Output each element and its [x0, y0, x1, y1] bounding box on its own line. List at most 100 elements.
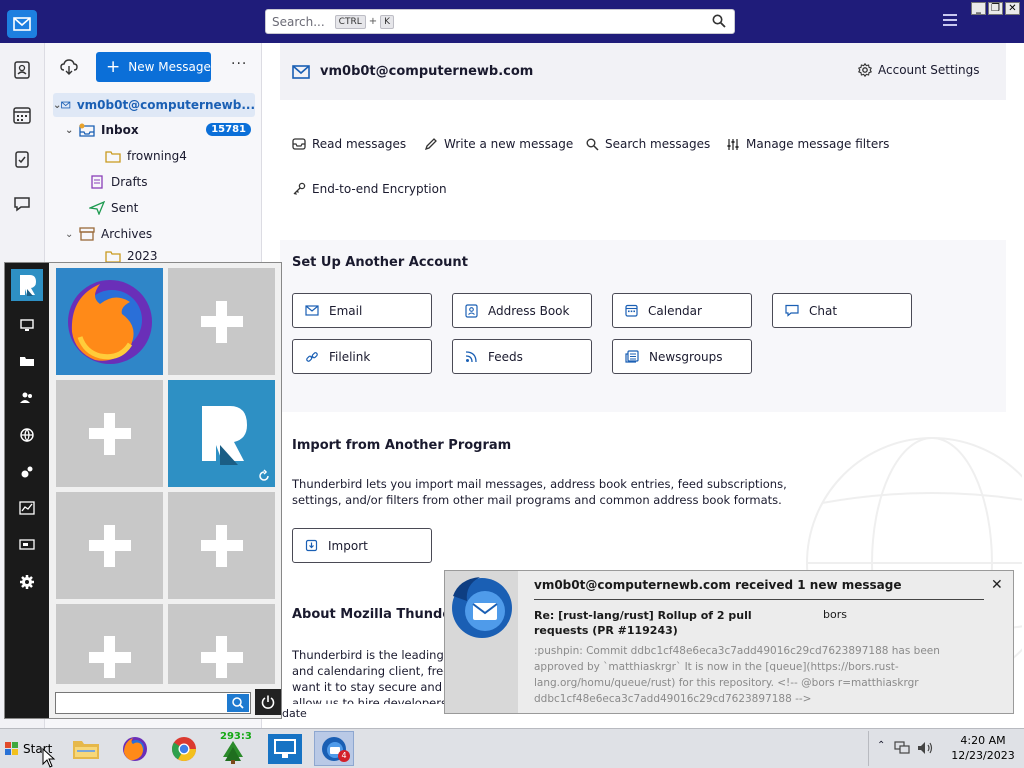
get-messages-icon[interactable]	[60, 58, 78, 76]
newsgroups-icon	[625, 350, 639, 363]
tray-expand-icon[interactable]: ⌃	[877, 740, 885, 751]
taskbar-desktop[interactable]	[265, 731, 305, 766]
app-tile-blue[interactable]	[168, 380, 275, 487]
setup-address-book-button[interactable]: Address Book	[452, 293, 592, 328]
account-name: vm0b0t@computernewb...	[76, 98, 255, 112]
setup-feeds-button[interactable]: Feeds	[452, 339, 592, 374]
import-section-title: Import from Another Program	[292, 438, 512, 453]
inbox-tray-icon	[292, 138, 306, 150]
folder-icon	[105, 151, 121, 163]
taskbar: Start 293:3 4 ⌃ 4:20 AM 12/23/2023	[0, 728, 1024, 768]
empty-tile[interactable]	[168, 268, 275, 375]
folder-sent[interactable]: Sent	[53, 196, 255, 220]
start-menu	[4, 262, 282, 719]
manage-filters-link[interactable]: Manage message filters	[726, 137, 889, 151]
app-menu-icon[interactable]	[943, 14, 957, 29]
folder-icon[interactable]	[19, 353, 35, 369]
setup-filelink-label: Filelink	[329, 349, 371, 364]
setup-newsgroups-label: Newsgroups	[649, 349, 723, 364]
minimize-button[interactable]: _	[971, 2, 986, 15]
user-logo-icon[interactable]	[11, 269, 43, 301]
setup-address-book-label: Address Book	[488, 303, 570, 318]
folder-inbox[interactable]: ⌄ Inbox 15781	[53, 118, 255, 142]
empty-tile[interactable]	[168, 492, 275, 599]
setup-chat-button[interactable]: Chat	[772, 293, 912, 328]
firefox-icon	[123, 736, 147, 761]
empty-tile[interactable]	[56, 604, 163, 684]
mail-space-icon[interactable]	[7, 10, 37, 38]
settings-gears-icon[interactable]	[19, 464, 35, 480]
new-message-button[interactable]: + New Message	[96, 52, 211, 82]
read-messages-link[interactable]: Read messages	[292, 137, 406, 151]
write-message-link[interactable]: Write a new message	[424, 137, 573, 151]
chevron-down-icon[interactable]: ⌄	[53, 100, 61, 111]
notification-sender: bors	[823, 608, 847, 621]
setup-email-button[interactable]: Email	[292, 293, 432, 328]
e2e-encryption-label: End-to-end Encryption	[312, 182, 447, 196]
network-globe-icon[interactable]	[19, 427, 35, 443]
search-icon	[586, 138, 599, 151]
manage-filters-label: Manage message filters	[746, 137, 890, 151]
empty-tile[interactable]	[168, 604, 275, 684]
e2e-encryption-link[interactable]: End-to-end Encryption	[292, 182, 447, 196]
setup-newsgroups-button[interactable]: Newsgroups	[612, 339, 752, 374]
folder-archives[interactable]: ⌄ Archives	[53, 222, 255, 246]
tasks-icon[interactable]	[12, 149, 32, 169]
shortcut-plus: +	[368, 16, 378, 27]
chat-icon[interactable]	[12, 194, 32, 214]
import-icon	[305, 539, 318, 552]
address-book-icon[interactable]	[12, 60, 32, 80]
chevron-down-icon[interactable]: ⌄	[65, 229, 79, 240]
volume-icon[interactable]	[917, 741, 935, 755]
more-options-button[interactable]: ···	[231, 56, 247, 72]
restore-button[interactable]: ❐	[988, 2, 1003, 15]
import-button[interactable]: Import	[292, 528, 432, 563]
link-icon	[306, 351, 318, 362]
pencil-icon	[424, 138, 437, 151]
account-settings-button[interactable]: Account Settings	[858, 63, 979, 77]
power-button[interactable]	[255, 689, 281, 715]
users-icon[interactable]	[19, 390, 35, 406]
setup-calendar-button[interactable]: Calendar	[612, 293, 752, 328]
close-window-button[interactable]: ✕	[1005, 2, 1020, 15]
folder-label: 2023	[127, 249, 158, 263]
file-explorer-icon	[73, 740, 99, 759]
refresh-icon	[259, 469, 269, 481]
display-icon[interactable]	[19, 537, 35, 553]
start-search-button[interactable]	[227, 694, 249, 712]
performance-chart-icon[interactable]	[19, 500, 35, 516]
taskbar-green-tree-app[interactable]: 293:3	[213, 731, 253, 766]
clock-date: 12/23/2023	[951, 749, 1015, 762]
search-icon[interactable]	[712, 14, 726, 28]
taskbar-file-explorer[interactable]	[66, 731, 106, 766]
new-mail-notification[interactable]: vm0b0t@computernewb.com received 1 new m…	[444, 570, 1014, 714]
firefox-tile[interactable]	[56, 268, 163, 375]
computer-icon[interactable]	[19, 317, 35, 333]
empty-tile[interactable]	[56, 380, 163, 487]
setup-feeds-label: Feeds	[488, 349, 523, 364]
calendar-icon[interactable]	[12, 105, 32, 125]
account-envelope-icon	[61, 101, 71, 109]
key-icon	[293, 182, 306, 195]
clock[interactable]: 4:20 AM 12/23/2023	[949, 733, 1017, 763]
global-search-input[interactable]: Search... CTRL + K	[265, 9, 735, 34]
taskbar-chrome[interactable]	[164, 731, 204, 766]
notification-subject: Re: [rust-lang/rust] Rollup of 2 pull re…	[534, 609, 752, 637]
taskbar-thunderbird[interactable]: 4	[314, 731, 354, 766]
empty-tile[interactable]	[56, 492, 163, 599]
title-bar: Search... CTRL + K _ ❐ ✕	[0, 0, 1024, 43]
close-notification-button[interactable]: ✕	[991, 577, 1003, 593]
drafts-icon	[91, 175, 103, 189]
gear-icon[interactable]	[19, 574, 35, 590]
search-messages-link[interactable]: Search messages	[586, 137, 710, 151]
start-search-input[interactable]	[55, 692, 251, 714]
folder-drafts[interactable]: Drafts	[53, 170, 255, 194]
account-row[interactable]: ⌄ vm0b0t@computernewb...	[53, 93, 255, 117]
setup-filelink-button[interactable]: Filelink	[292, 339, 432, 374]
folder-frowning4[interactable]: frowning4	[53, 144, 255, 168]
remote-desktop-icon	[268, 733, 302, 764]
chevron-down-icon[interactable]: ⌄	[65, 125, 79, 136]
network-icon[interactable]	[894, 741, 910, 755]
taskbar-firefox[interactable]	[115, 731, 155, 766]
setup-chat-label: Chat	[809, 303, 838, 318]
